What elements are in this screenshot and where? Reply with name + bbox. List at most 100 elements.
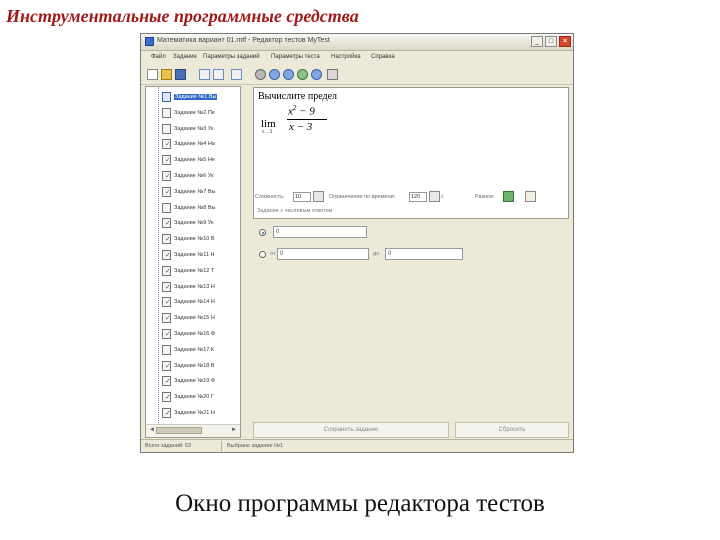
tree-item[interactable]: ✓ Задание №9 Ук: [162, 215, 240, 231]
task-document-icon: ✓: [162, 376, 171, 387]
range-to-label: до: [373, 251, 380, 257]
tree-item[interactable]: Задание №8 Вы: [162, 200, 240, 216]
task-document-icon: ✓: [162, 218, 171, 229]
check-icon: ✓: [165, 331, 171, 338]
notes-icon[interactable]: [525, 191, 536, 202]
menu-test-params[interactable]: Параметры теста: [271, 54, 320, 60]
fraction-numerator: x2 − 9: [288, 104, 315, 118]
misc-label: Разное:: [475, 194, 495, 200]
tree-item[interactable]: ✓ Задание №4 На: [162, 136, 240, 152]
exact-value-field[interactable]: 0: [273, 226, 367, 238]
check-icon: ✓: [165, 315, 171, 323]
tree-item-label: Задание №13 Н: [174, 283, 215, 290]
scroll-left-arrow[interactable]: ◄: [149, 427, 155, 433]
open-file-icon[interactable]: [161, 69, 172, 80]
menu-settings[interactable]: Настройка: [331, 54, 361, 60]
menu-task[interactable]: Задание: [173, 54, 197, 60]
task-document-icon: ✓: [162, 329, 171, 339]
maximize-button[interactable]: □: [545, 36, 557, 47]
tree-item[interactable]: Задание №1 Вы: [162, 89, 240, 105]
add-task-icon[interactable]: [199, 69, 210, 80]
menu-bar: Файл Задание Параметры заданий Параметры…: [141, 52, 573, 64]
tree-item-label: Задание №3 Ук: [174, 125, 214, 132]
range-radio[interactable]: [259, 251, 266, 258]
tree-item-label: Задание №9 Ук: [174, 220, 214, 227]
tree-item-label: Задание №15 Н: [174, 315, 215, 322]
tree-connector: [158, 87, 159, 423]
answers-section-title: Задание с числовым ответом: [257, 208, 333, 214]
check-icon: ✓: [165, 267, 171, 275]
check-icon: ✓: [165, 252, 171, 259]
tree-item-label: Задание №18 В: [174, 362, 215, 369]
limit-subscript: x→3: [262, 129, 273, 135]
tree-item[interactable]: ✓ Задание №18 В: [162, 358, 240, 374]
menu-file[interactable]: Файл: [151, 54, 166, 60]
check-icon: ✓: [165, 157, 171, 165]
tree-item-label: Задание №11 Н: [174, 252, 215, 258]
check-icon: ✓: [165, 141, 171, 149]
menu-help[interactable]: Справка: [371, 54, 395, 60]
tree-item[interactable]: ✓ Задание №16 Ф: [162, 326, 240, 342]
tree-scrollbar[interactable]: ◄ ►: [146, 424, 240, 437]
tree-item[interactable]: ✓ Задание №10 В: [162, 231, 240, 247]
task-document-icon: ✓: [162, 392, 171, 403]
menu-task-params[interactable]: Параметры заданий: [203, 54, 260, 60]
tree-item[interactable]: ✓ Задание №15 Н: [162, 310, 240, 326]
status-total: Всего заданий: 53: [145, 443, 192, 449]
title-bar[interactable]: Математика вариант 01.mtf - Редактор тес…: [141, 34, 573, 51]
scroll-right-arrow[interactable]: ►: [231, 427, 237, 433]
range-to-field[interactable]: 0: [385, 248, 463, 260]
tree-item[interactable]: ✓ Задание №19 Ф: [162, 373, 240, 389]
difficulty-field[interactable]: 10: [293, 192, 311, 202]
tree-item[interactable]: ✓ Задание №21 Н: [162, 405, 240, 421]
arrow-left-icon[interactable]: [269, 69, 280, 80]
tree-item[interactable]: ✓ Задание №12 Т: [162, 263, 240, 279]
save-file-icon[interactable]: [175, 69, 186, 80]
app-window: Математика вариант 01.mtf - Редактор тес…: [140, 33, 574, 453]
close-button[interactable]: ×: [559, 36, 571, 47]
time-spin-icon[interactable]: [429, 191, 440, 202]
tree-item[interactable]: Задание №3 Ук: [162, 121, 240, 137]
tree-item[interactable]: Задание №2 Пе: [162, 105, 240, 121]
tree-item[interactable]: ✓ Задание №6 Ук: [162, 168, 240, 184]
task-document-icon: [162, 92, 171, 102]
task-document-icon: ✓: [162, 139, 171, 150]
scroll-thumb[interactable]: [156, 427, 202, 434]
check-icon: ✓: [165, 188, 171, 196]
minimize-button[interactable]: _: [531, 36, 543, 47]
test-options-icon[interactable]: [297, 69, 308, 80]
tree-item-label: Задание №8 Вы: [174, 204, 216, 211]
tree-item-label: Задание №10 В: [174, 236, 215, 243]
difficulty-spin-icon[interactable]: [313, 191, 324, 202]
arrow-right-icon[interactable]: [283, 69, 294, 80]
settings-icon[interactable]: [255, 69, 266, 80]
tree-item[interactable]: ✓ Задание №14 Н: [162, 294, 240, 310]
new-file-icon[interactable]: [147, 69, 158, 80]
save-task-button[interactable]: Сохранить задание: [253, 422, 449, 438]
add-question-icon[interactable]: [213, 69, 224, 80]
tree-item[interactable]: ✓ Задание №13 Н: [162, 279, 240, 295]
task-tree[interactable]: Задание №1 Вы Задание №2 Пе Задание №3 Ук ✓…: [145, 86, 241, 438]
task-document-icon: [162, 107, 171, 118]
tree-item[interactable]: Задание №17 К: [162, 342, 240, 358]
check-icon: ✓: [165, 394, 171, 402]
check-icon: ✓: [165, 378, 171, 386]
paste-icon[interactable]: [327, 69, 338, 80]
slide-title: Инструментальные программные средства: [6, 6, 359, 26]
range-from-field[interactable]: 0: [277, 248, 369, 260]
tree-item[interactable]: ✓ Задание №20 Г: [162, 389, 240, 405]
tree-item-label: Задание №6 Ук: [174, 173, 214, 179]
copy-icon[interactable]: [311, 69, 322, 80]
picture-icon[interactable]: [503, 191, 514, 202]
exact-radio[interactable]: [259, 229, 266, 236]
time-limit-field[interactable]: 120: [409, 192, 427, 202]
tree-item-label: Задание №21 Н: [174, 410, 215, 416]
tree-item-label: Задание №7 Вы: [174, 188, 216, 195]
reset-button[interactable]: Сбросить: [455, 422, 569, 438]
insert-icon[interactable]: [231, 69, 242, 80]
check-icon: ✓: [165, 410, 171, 417]
tree-item-label: Задание №16 Ф: [174, 331, 216, 337]
tree-item[interactable]: ✓ Задание №7 Вы: [162, 184, 240, 200]
tree-item[interactable]: ✓ Задание №11 Н: [162, 247, 240, 263]
tree-item[interactable]: ✓ Задание №5 Не: [162, 152, 240, 168]
